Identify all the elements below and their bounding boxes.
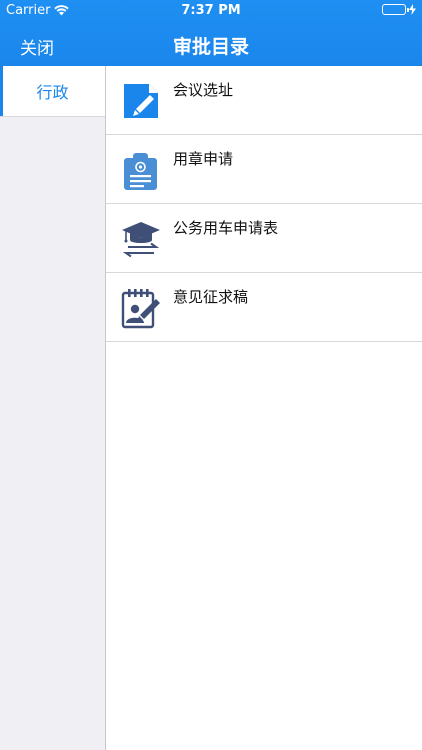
- charging-bolt-icon: [409, 4, 416, 15]
- category-sidebar: 行政: [0, 66, 106, 750]
- list-item-label: 会议选址: [173, 81, 234, 99]
- list-item-opinion-draft[interactable]: 意见征求稿: [106, 273, 422, 342]
- sidebar-item-label: 行政: [36, 83, 69, 102]
- notepad-user-icon: [121, 289, 160, 329]
- clipboard-seal-icon: [124, 153, 157, 190]
- top-bar: Carrier 7:37 PM 关闭 审批目录: [0, 0, 422, 66]
- status-bar: Carrier 7:37 PM: [0, 0, 422, 22]
- page-title: 审批目录: [172, 36, 249, 58]
- approval-list: 会议选址 用章申请 公务用车申请表 意见征求稿: [106, 66, 422, 750]
- list-item-label: 意见征求稿: [173, 288, 249, 306]
- list-item-seal-request[interactable]: 用章申请: [106, 135, 422, 204]
- list-item-official-car-request[interactable]: 公务用车申请表: [106, 204, 422, 273]
- status-time: 7:37 PM: [181, 3, 241, 18]
- sidebar-item-administration[interactable]: 行政: [0, 66, 105, 117]
- navigation-bar: 关闭 审批目录: [0, 22, 422, 66]
- battery-indicator: [382, 4, 416, 15]
- list-item-label: 用章申请: [173, 150, 234, 168]
- list-item-meeting-venue[interactable]: 会议选址: [106, 66, 422, 135]
- battery-icon: [382, 4, 409, 15]
- list-item-label: 公务用车申请表: [173, 219, 279, 237]
- document-edit-icon: [124, 84, 158, 118]
- mortarboard-transfer-icon: [122, 222, 160, 258]
